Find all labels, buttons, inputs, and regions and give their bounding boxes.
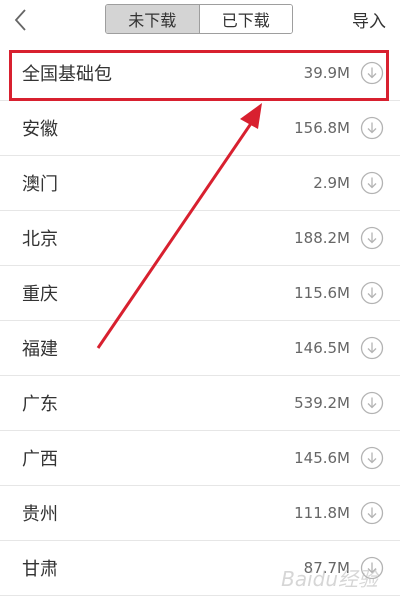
download-circle-icon[interactable] xyxy=(360,116,384,140)
list-item[interactable]: 贵州 111.8M xyxy=(0,486,400,541)
list-item[interactable]: 北京 188.2M xyxy=(0,211,400,266)
item-name: 广西 xyxy=(22,449,58,470)
item-size: 145.6M xyxy=(294,449,350,467)
tab-not-downloaded[interactable]: 未下载 xyxy=(106,5,199,33)
item-size: 156.8M xyxy=(294,119,350,137)
item-size: 87.7M xyxy=(303,559,350,577)
chevron-left-icon xyxy=(14,9,26,31)
top-bar: 未下载 已下载 导入 xyxy=(0,0,400,44)
item-name: 重庆 xyxy=(22,284,58,305)
download-circle-icon[interactable] xyxy=(360,226,384,250)
item-name: 全国基础包 xyxy=(22,64,112,85)
download-circle-icon[interactable] xyxy=(360,556,384,580)
item-name: 安徽 xyxy=(22,119,58,140)
list-item[interactable]: 澳门 2.9M xyxy=(0,156,400,211)
list-item[interactable]: 广西 145.6M xyxy=(0,431,400,486)
list-item[interactable]: 安徽 156.8M xyxy=(0,101,400,156)
list-item[interactable]: 重庆 115.6M xyxy=(0,266,400,321)
download-circle-icon[interactable] xyxy=(360,336,384,360)
download-status-toggle: 未下载 已下载 xyxy=(105,4,293,34)
list-item[interactable]: 全国基础包 39.9M xyxy=(0,46,400,101)
item-name: 贵州 xyxy=(22,504,58,525)
list-item[interactable]: 广东 539.2M xyxy=(0,376,400,431)
item-name: 福建 xyxy=(22,339,58,360)
download-circle-icon[interactable] xyxy=(360,61,384,85)
item-size: 111.8M xyxy=(294,504,350,522)
item-size: 146.5M xyxy=(294,339,350,357)
item-size: 2.9M xyxy=(313,174,350,192)
import-button[interactable]: 导入 xyxy=(352,7,386,32)
list-item[interactable]: 福建 146.5M xyxy=(0,321,400,376)
item-size: 188.2M xyxy=(294,229,350,247)
download-circle-icon[interactable] xyxy=(360,171,384,195)
back-button[interactable] xyxy=(8,2,38,38)
item-size: 39.9M xyxy=(303,64,350,82)
download-circle-icon[interactable] xyxy=(360,281,384,305)
item-name: 北京 xyxy=(22,229,58,250)
map-package-list: 全国基础包 39.9M 安徽 156.8M 澳门 2.9M 北京 188.2M … xyxy=(0,46,400,596)
download-circle-icon[interactable] xyxy=(360,391,384,415)
item-name: 澳门 xyxy=(22,174,58,195)
tab-downloaded[interactable]: 已下载 xyxy=(199,5,292,33)
download-circle-icon[interactable] xyxy=(360,446,384,470)
list-item[interactable]: 甘肃 87.7M xyxy=(0,541,400,596)
item-size: 539.2M xyxy=(294,394,350,412)
item-name: 广东 xyxy=(22,394,58,415)
item-size: 115.6M xyxy=(294,284,350,302)
download-circle-icon[interactable] xyxy=(360,501,384,525)
item-name: 甘肃 xyxy=(22,559,58,580)
